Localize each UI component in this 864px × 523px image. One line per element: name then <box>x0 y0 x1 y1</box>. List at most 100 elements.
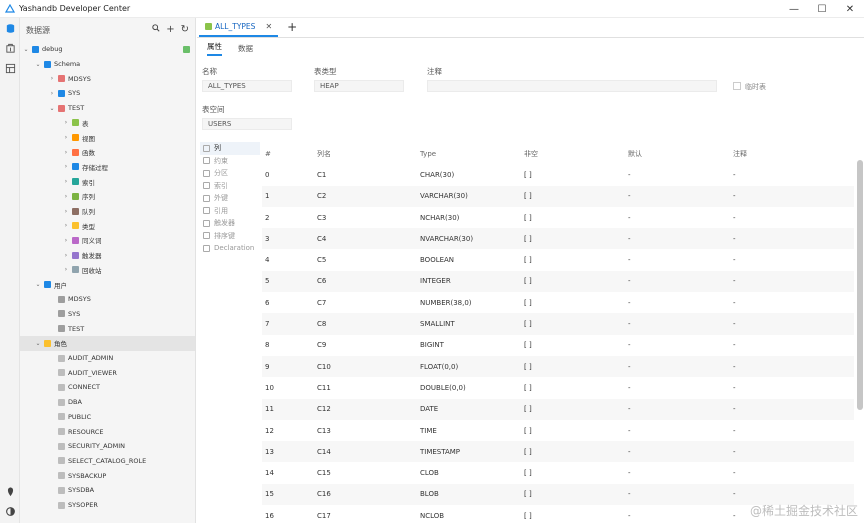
col-notnull-cell[interactable]: [ ] <box>524 420 532 441</box>
tree-node[interactable]: AUDIT_VIEWER <box>20 365 195 380</box>
table-row[interactable]: 7 C8 SMALLINT [ ] - - <box>262 313 854 335</box>
col-notnull-cell[interactable]: [ ] <box>524 505 532 523</box>
tree-node[interactable]: › 函数 <box>20 145 195 160</box>
tree-node[interactable]: › 视图 <box>20 130 195 145</box>
tree-node[interactable]: › 类型 <box>20 218 195 233</box>
chevron-down-icon[interactable]: ⌄ <box>34 61 42 68</box>
property-nav-item[interactable]: 排序键 <box>200 230 260 243</box>
tree-node[interactable]: SYSOPER <box>20 498 195 513</box>
table-row[interactable]: 0 C1 CHAR(30) [ ] - - <box>262 164 854 185</box>
chevron-right-icon[interactable]: › <box>62 222 70 229</box>
column-header[interactable]: Type <box>420 143 436 164</box>
subtab-properties[interactable]: 属性 <box>207 41 222 56</box>
chevron-right-icon[interactable]: › <box>62 208 70 215</box>
col-notnull-cell[interactable]: [ ] <box>524 484 532 505</box>
col-notnull-cell[interactable]: [ ] <box>524 399 532 420</box>
property-nav-item[interactable]: 分区 <box>200 167 260 180</box>
vertical-scrollbar[interactable] <box>857 160 863 410</box>
col-notnull-cell[interactable]: [ ] <box>524 207 532 228</box>
column-header[interactable]: 默认 <box>628 143 642 164</box>
location-pin-icon[interactable] <box>0 481 20 501</box>
tree-node[interactable]: RESOURCE <box>20 424 195 439</box>
chevron-right-icon[interactable]: › <box>62 178 70 185</box>
tree-node[interactable]: › 存储过程 <box>20 160 195 175</box>
tree-node[interactable]: CONNECT <box>20 380 195 395</box>
col-notnull-cell[interactable]: [ ] <box>524 377 532 398</box>
tree-node[interactable]: SYSDBA <box>20 483 195 498</box>
col-notnull-cell[interactable]: [ ] <box>524 356 532 377</box>
col-notnull-cell[interactable]: [ ] <box>524 164 532 185</box>
column-header[interactable]: # <box>265 143 271 164</box>
table-row[interactable]: 13 C14 TIMESTAMP [ ] - - <box>262 441 854 463</box>
tree-node[interactable]: › 触发器 <box>20 248 195 263</box>
close-window-button[interactable]: ✕ <box>836 0 864 18</box>
chevron-right-icon[interactable]: › <box>48 75 56 82</box>
chevron-right-icon[interactable]: › <box>62 119 70 126</box>
tree-node[interactable]: SECURITY_ADMIN <box>20 439 195 454</box>
property-nav-item[interactable]: 约束 <box>200 155 260 168</box>
chevron-right-icon[interactable]: › <box>62 149 70 156</box>
chevron-right-icon[interactable]: › <box>62 237 70 244</box>
tree-node[interactable]: TEST <box>20 321 195 336</box>
table-row[interactable]: 10 C11 DOUBLE(0,0) [ ] - - <box>262 377 854 398</box>
table-row[interactable]: 1 C2 VARCHAR(30) [ ] - - <box>262 185 854 207</box>
tree-node[interactable]: PUBLIC <box>20 410 195 425</box>
property-nav-item[interactable]: Declaration <box>200 242 260 255</box>
column-header[interactable]: 注释 <box>733 143 747 164</box>
tree-node[interactable]: DBA <box>20 395 195 410</box>
col-notnull-cell[interactable]: [ ] <box>524 335 532 356</box>
chevron-right-icon[interactable]: › <box>62 266 70 273</box>
col-notnull-cell[interactable]: [ ] <box>524 441 532 462</box>
chevron-down-icon[interactable]: ⌄ <box>34 281 42 288</box>
tree-node[interactable]: › 队列 <box>20 204 195 219</box>
property-nav-item[interactable]: 列 <box>200 142 260 155</box>
tablespace-field[interactable]: USERS <box>202 118 292 130</box>
tree-node[interactable]: › 序列 <box>20 189 195 204</box>
tree-node[interactable]: SYS <box>20 307 195 322</box>
chevron-right-icon[interactable]: › <box>62 163 70 170</box>
col-notnull-cell[interactable]: [ ] <box>524 186 532 207</box>
tree-node[interactable]: › 索引 <box>20 174 195 189</box>
col-notnull-cell[interactable]: [ ] <box>524 292 532 313</box>
search-icon[interactable] <box>152 24 160 35</box>
table-row[interactable]: 9 C10 FLOAT(0,0) [ ] - - <box>262 356 854 378</box>
comment-field[interactable] <box>427 80 717 92</box>
property-nav-item[interactable]: 引用 <box>200 205 260 218</box>
column-header[interactable]: 非空 <box>524 143 538 164</box>
minimize-button[interactable]: — <box>780 0 808 18</box>
chevron-right-icon[interactable]: › <box>62 134 70 141</box>
maximize-button[interactable]: ☐ <box>808 0 836 18</box>
chevron-right-icon[interactable]: › <box>48 90 56 97</box>
tree-node[interactable]: ⌄ 用户 <box>20 277 195 292</box>
chevron-down-icon[interactable]: ⌄ <box>48 105 56 112</box>
refresh-icon[interactable]: ↻ <box>181 24 189 35</box>
chevron-down-icon[interactable]: ⌄ <box>22 46 30 53</box>
chevron-right-icon[interactable]: › <box>62 193 70 200</box>
table-row[interactable]: 2 C3 NCHAR(30) [ ] - - <box>262 207 854 228</box>
temporary-table-checkbox[interactable] <box>733 82 741 90</box>
table-row[interactable]: 12 C13 TIME [ ] - - <box>262 420 854 441</box>
property-nav-item[interactable]: 触发器 <box>200 217 260 230</box>
col-notnull-cell[interactable]: [ ] <box>524 250 532 271</box>
table-row[interactable]: 3 C4 NVARCHAR(30) [ ] - - <box>262 228 854 250</box>
tree-node[interactable]: SYSBACKUP <box>20 468 195 483</box>
tree-node[interactable]: › 回收站 <box>20 263 195 278</box>
subtab-data[interactable]: 数据 <box>238 43 253 54</box>
grid-icon[interactable] <box>0 58 20 78</box>
col-notnull-cell[interactable]: [ ] <box>524 271 532 292</box>
table-row[interactable]: 11 C12 DATE [ ] - - <box>262 398 854 420</box>
column-header[interactable]: 列名 <box>317 143 331 164</box>
tab-all-types[interactable]: ALL_TYPES ✕ <box>199 17 279 37</box>
tree-node[interactable]: AUDIT_ADMIN <box>20 351 195 366</box>
table-row[interactable]: 6 C7 NUMBER(38,0) [ ] - - <box>262 292 854 313</box>
cylinder-icon[interactable] <box>0 38 20 58</box>
close-tab-icon[interactable]: ✕ <box>265 22 272 31</box>
property-nav-item[interactable]: 索引 <box>200 180 260 193</box>
tree-node[interactable]: ⌄ 角色 <box>20 336 195 351</box>
table-type-field[interactable]: HEAP <box>314 80 404 92</box>
tree-node[interactable]: ⌄ Schema <box>20 57 195 72</box>
add-icon[interactable]: + <box>166 24 174 35</box>
table-row[interactable]: 8 C9 BIGINT [ ] - - <box>262 335 854 356</box>
tree-node[interactable]: › 同义词 <box>20 233 195 248</box>
tree-node[interactable]: › 表 <box>20 116 195 131</box>
